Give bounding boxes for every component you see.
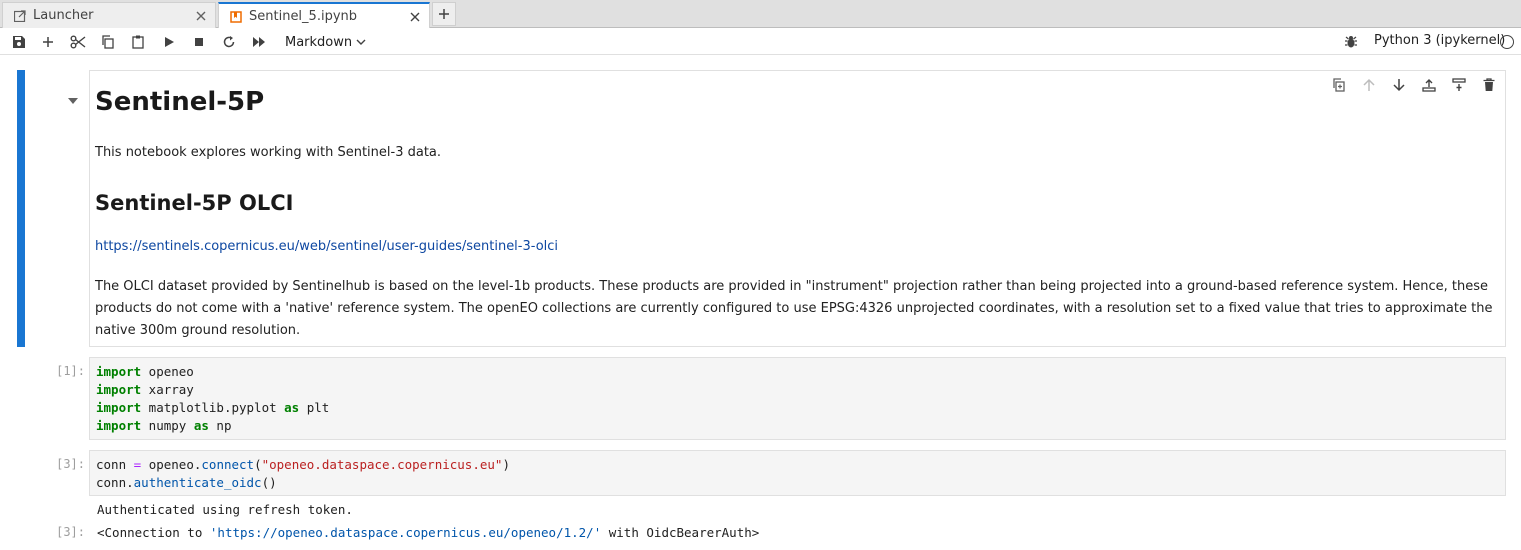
notebook-icon: [229, 10, 243, 24]
stderr-output: Authenticated using refresh token.: [97, 502, 353, 517]
duplicate-cell-button[interactable]: [1329, 75, 1349, 95]
restart-button[interactable]: [219, 32, 239, 52]
code-line: conn.authenticate_oidc(): [96, 475, 277, 490]
kernel-status-icon: [1500, 35, 1514, 49]
run-all-button[interactable]: [249, 32, 269, 52]
execution-prompt: [1]:: [56, 364, 85, 378]
paste-button[interactable]: [128, 32, 148, 52]
markdown-cell[interactable]: Sentinel-5P This notebook explores worki…: [89, 70, 1506, 347]
copy-icon: [102, 35, 114, 49]
section-heading: Sentinel-5P OLCI: [95, 191, 294, 215]
launcher-icon: [13, 9, 27, 23]
output-prompt: [3]:: [56, 525, 85, 539]
tab-launcher-label: Launcher: [33, 8, 94, 23]
delete-cell-button[interactable]: [1479, 75, 1499, 95]
restart-icon: [223, 36, 235, 48]
paste-icon: [132, 35, 144, 49]
tab-notebook-label: Sentinel_5.ipynb: [249, 9, 357, 24]
insert-above-button[interactable]: [1419, 75, 1439, 95]
tab-bar: Launcher Sentinel_5.ipynb: [0, 0, 1521, 29]
plus-icon: [439, 9, 449, 19]
collapse-heading-icon[interactable]: [66, 96, 80, 106]
add-cell-button[interactable]: [38, 32, 58, 52]
run-all-icon: [253, 37, 265, 47]
code-cell-imports[interactable]: import openeo import xarray import matpl…: [89, 357, 1506, 440]
intro-text: This notebook explores working with Sent…: [95, 145, 442, 160]
code-line: conn = openeo.connect("openeo.dataspace.…: [96, 457, 510, 472]
notebook-toolbar: Markdown Python 3 (ipykernel): [0, 28, 1521, 55]
olci-guide-link[interactable]: https://sentinels.copernicus.eu/web/sent…: [95, 239, 558, 254]
code-cell-connect[interactable]: conn = openeo.connect("openeo.dataspace.…: [89, 450, 1506, 496]
run-button[interactable]: [159, 32, 179, 52]
insert-below-button[interactable]: [1449, 75, 1469, 95]
move-up-button[interactable]: [1359, 75, 1379, 95]
close-icon[interactable]: [191, 6, 211, 26]
notebook-heading: Sentinel-5P: [95, 87, 265, 117]
insert-below-icon: [1452, 78, 1466, 91]
run-icon: [165, 37, 174, 47]
tab-launcher[interactable]: Launcher: [2, 2, 216, 28]
stop-button[interactable]: [189, 32, 209, 52]
copy-button[interactable]: [98, 32, 118, 52]
insert-above-icon: [1422, 79, 1436, 92]
kernel-name[interactable]: Python 3 (ipykernel): [1374, 33, 1505, 48]
code-line: import xarray: [96, 382, 194, 397]
trash-icon: [1483, 78, 1495, 91]
arrow-down-icon: [1393, 79, 1405, 92]
cell-toolbar: [1329, 75, 1499, 95]
cell-type-dropdown[interactable]: Markdown: [285, 32, 366, 52]
result-output: <Connection to 'https://openeo.dataspace…: [97, 525, 760, 540]
code-line: import matplotlib.pyplot as plt: [96, 400, 330, 415]
stop-icon: [195, 38, 203, 46]
bug-icon: [1345, 36, 1357, 48]
cut-icon: [70, 35, 86, 49]
arrow-up-icon: [1363, 78, 1375, 91]
chevron-down-icon: [356, 39, 366, 45]
close-icon[interactable]: [405, 7, 425, 27]
cell-type-label: Markdown: [285, 34, 353, 50]
execution-prompt: [3]:: [56, 457, 85, 471]
add-tab-button[interactable]: [432, 2, 456, 26]
cut-button[interactable]: [68, 32, 88, 52]
duplicate-icon: [1333, 78, 1345, 92]
save-icon: [13, 36, 25, 48]
notebook-panel: Sentinel-5P This notebook explores worki…: [0, 56, 1521, 550]
code-line: import openeo: [96, 364, 194, 379]
add-cell-icon: [43, 37, 53, 47]
tab-notebook[interactable]: Sentinel_5.ipynb: [218, 2, 430, 29]
save-button[interactable]: [9, 32, 29, 52]
description-paragraph: The OLCI dataset provided by Sentinelhub…: [95, 279, 1493, 338]
debugger-button[interactable]: [1342, 32, 1360, 52]
code-line: import numpy as np: [96, 418, 232, 433]
move-down-button[interactable]: [1389, 75, 1409, 95]
active-cell-indicator[interactable]: [17, 70, 25, 347]
